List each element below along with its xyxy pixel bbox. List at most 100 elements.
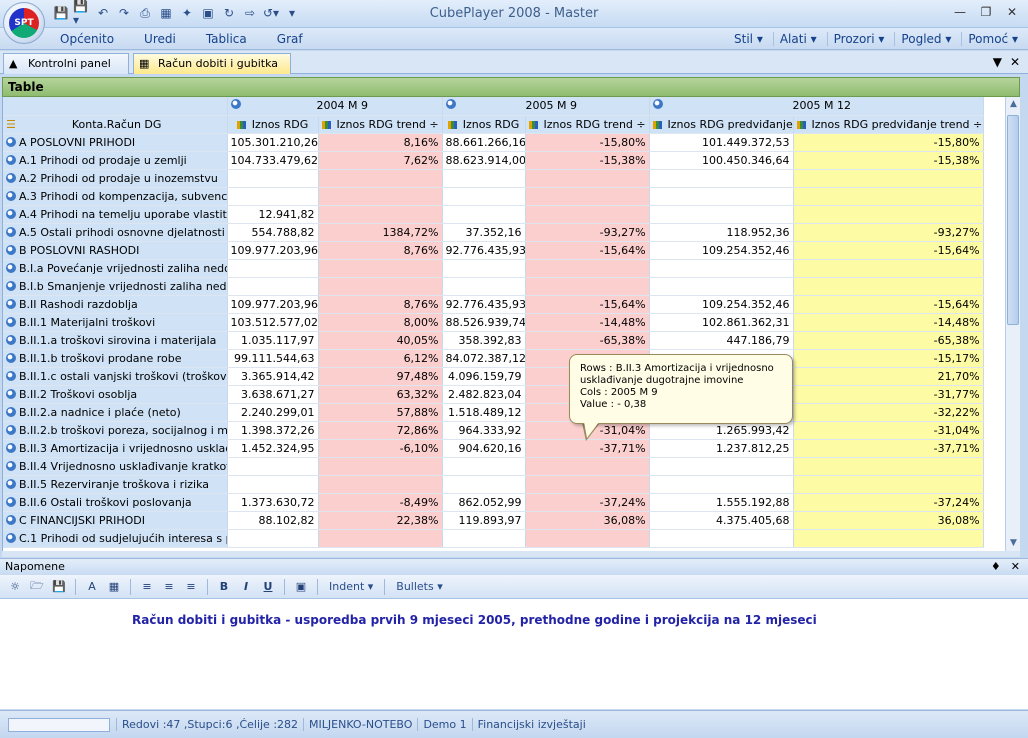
table-cell[interactable]: -15,64% [525,295,650,314]
table-cell[interactable]: 88.526.939,74 [442,313,526,332]
table-cell[interactable]: 88.661.266,16 [442,133,526,152]
menu-alati[interactable]: Alati ▾ [772,32,817,46]
expand-icon[interactable] [6,406,16,417]
table-cell[interactable] [318,259,443,278]
table-cell[interactable] [318,187,443,206]
row-header[interactable]: B.I.b Smanjenje vrijednosti zaliha nedov [3,277,228,296]
table-cell[interactable]: -15,80% [793,133,984,152]
table-cell[interactable] [525,259,650,278]
table-cell[interactable]: 102.861.362,31 [649,313,794,332]
expand-icon[interactable] [230,99,241,110]
app-logo-button[interactable]: SPT [3,2,45,44]
table-cell[interactable]: 118.952,36 [649,223,794,242]
table-cell[interactable]: 1.555.192,88 [649,493,794,512]
table-cell[interactable]: -6,10% [318,439,443,458]
period-header-2004-m9[interactable]: 2004 M 9 [227,97,443,116]
table-cell[interactable] [793,277,984,296]
expand-icon[interactable] [6,136,16,147]
restore-icon[interactable]: ❐ [976,3,996,21]
column-header[interactable]: Iznos RDG predviđanje [649,115,794,134]
period-header-2005-m9[interactable]: 2005 M 9 [442,97,650,116]
expand-icon[interactable] [6,370,16,381]
table-cell[interactable] [649,457,794,476]
table-cell[interactable] [793,529,984,548]
row-header[interactable]: A.4 Prihodi na temelju uporabe vlastitih [3,205,228,224]
table-cell[interactable]: -31,04% [793,421,984,440]
table-cell[interactable] [525,475,650,494]
menu-pomoc[interactable]: Pomoć ▾ [961,32,1018,46]
bold-icon[interactable]: B [215,578,233,596]
font-icon[interactable]: A [83,578,101,596]
table-cell[interactable]: 7,62% [318,151,443,170]
open-folder-icon[interactable]: 🗁 [28,578,46,596]
insert-image-icon[interactable]: ▣ [292,578,310,596]
table-cell[interactable] [227,259,319,278]
expand-icon[interactable] [6,208,16,219]
table-cell[interactable] [318,205,443,224]
expand-icon[interactable] [6,280,16,291]
table-cell[interactable] [227,277,319,296]
table-cell[interactable]: 99.111.544,63 [227,349,319,368]
table-cell[interactable]: 40,05% [318,331,443,350]
row-header[interactable]: B.II.3 Amortizacija i vrijednosno usklađ… [3,439,228,458]
table-cell[interactable]: 88.623.914,00 [442,151,526,170]
table-cell[interactable] [793,457,984,476]
scroll-up-icon[interactable]: ▲ [1006,97,1021,112]
table-cell[interactable]: 119.893,97 [442,511,526,530]
table-cell[interactable]: 88.102,82 [227,511,319,530]
table-cell[interactable]: 100.450.346,64 [649,151,794,170]
expand-icon[interactable] [6,334,16,345]
expand-icon[interactable] [445,99,456,110]
table-row[interactable]: B.II.2.a nadnice i plaće (neto) 2.240.299… [3,403,984,422]
row-header[interactable]: C FINANCIJSKI PRIHODI [3,511,228,530]
table-cell[interactable]: 72,86% [318,421,443,440]
table-cell[interactable]: -15,64% [793,241,984,260]
table-cell[interactable]: -31,77% [793,385,984,404]
scroll-thumb[interactable] [1007,115,1019,325]
table-row[interactable]: B.II Rashodi razdoblja 109.977.203,96 8,76… [3,295,984,314]
menu-uredi[interactable]: Uredi [144,32,176,46]
save-note-icon[interactable]: 💾 [50,578,68,596]
table-cell[interactable] [793,475,984,494]
align-left-icon[interactable]: ≡ [138,578,156,596]
table-cell[interactable] [318,529,443,548]
table-cell[interactable] [525,205,650,224]
pivot-grid[interactable]: 2004 M 9 2005 M 9 2005 M 12 ☰ Konta.Račun… [2,97,1005,551]
table-cell[interactable] [793,169,984,188]
table-cell[interactable] [649,475,794,494]
table-cell[interactable] [793,205,984,224]
row-header[interactable]: B.II.2 Troškovi osoblja [3,385,228,404]
row-header[interactable]: B.II.2.a nadnice i plaće (neto) [3,403,228,422]
table-cell[interactable]: 1.452.324,95 [227,439,319,458]
column-header[interactable]: Iznos RDG [227,115,319,134]
column-header[interactable]: Iznos RDG predviđanje trend ÷ [793,115,984,134]
table-cell[interactable]: 1.518.489,12 [442,403,526,422]
column-header[interactable]: Iznos RDG [442,115,526,134]
table-cell[interactable]: -37,24% [793,493,984,512]
table-cell[interactable] [525,457,650,476]
table-cell[interactable]: 2.240.299,01 [227,403,319,422]
table-cell[interactable] [649,277,794,296]
expand-icon[interactable] [6,352,16,363]
table-cell[interactable] [442,205,526,224]
table-cell[interactable] [525,187,650,206]
table-cell[interactable]: -15,17% [793,349,984,368]
expand-icon[interactable] [6,262,16,273]
horizontal-scrollbar[interactable] [2,551,1020,557]
table-cell[interactable] [525,169,650,188]
table-cell[interactable]: 1.398.372,26 [227,421,319,440]
table-row[interactable]: B POSLOVNI RASHODI 109.977.203,96 8,76% 92.… [3,241,984,260]
expand-icon[interactable] [6,316,16,327]
table-cell[interactable] [793,259,984,278]
table-cell[interactable] [649,529,794,548]
table-cell[interactable] [227,169,319,188]
table-cell[interactable]: 8,76% [318,295,443,314]
close-icon[interactable]: ✕ [1002,3,1022,21]
expand-icon[interactable] [6,226,16,237]
table-cell[interactable]: 3.638.671,27 [227,385,319,404]
table-cell[interactable] [227,457,319,476]
expand-icon[interactable] [6,424,16,435]
row-header[interactable]: B.II.4 Vrijednosno usklađivanje kratkotr… [3,457,228,476]
table-cell[interactable]: 103.512.577,02 [227,313,319,332]
table-cell[interactable] [318,169,443,188]
